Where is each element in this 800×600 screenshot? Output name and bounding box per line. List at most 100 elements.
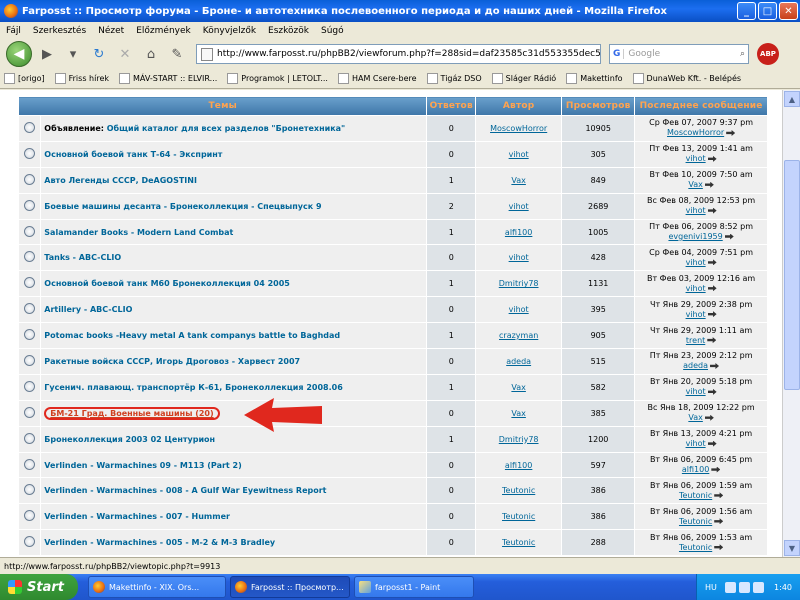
scroll-up-icon[interactable]: ▲ (784, 91, 800, 107)
go-to-post-icon[interactable] (711, 466, 721, 473)
go-to-post-icon[interactable] (714, 492, 724, 499)
start-button[interactable]: Start (0, 574, 78, 600)
go-to-post-icon[interactable] (707, 337, 717, 344)
topic-link[interactable]: Potomac books -Heavy metal A tank compan… (44, 331, 340, 340)
topic-link[interactable]: Verlinden - Warmachines - 005 - M-2 & M-… (44, 538, 275, 547)
go-to-post-icon[interactable] (724, 233, 734, 240)
language-indicator[interactable]: HU (705, 583, 717, 592)
author-link[interactable]: vihot (475, 244, 563, 272)
last-post-user-link[interactable]: vihot (686, 258, 706, 267)
author-link[interactable]: Vax (475, 166, 563, 194)
adblock-plus-icon[interactable]: ABP (757, 43, 779, 65)
topic-link[interactable]: Бронеколлекция 2003 02 Центурион (44, 435, 215, 444)
author-link[interactable]: Teutonic (475, 503, 563, 531)
task-paint[interactable]: farposst1 - Paint (354, 576, 474, 598)
topic-link[interactable]: Tanks - ABC-CLIO (44, 253, 121, 262)
menu-history[interactable]: Előzmények (136, 26, 191, 36)
go-to-post-icon[interactable] (710, 362, 720, 369)
last-post-user-link[interactable]: trent (686, 336, 705, 345)
url-bar[interactable]: http://www.farposst.ru/phpBB2/viewforum.… (196, 44, 601, 64)
last-post-user-link[interactable]: adeda (683, 361, 708, 370)
go-to-post-icon[interactable] (704, 181, 714, 188)
minimize-button[interactable]: _ (737, 2, 756, 20)
go-to-post-icon[interactable] (707, 311, 717, 318)
tray-volume-icon[interactable] (738, 581, 750, 593)
scroll-thumb[interactable] (784, 160, 800, 390)
go-to-post-icon[interactable] (707, 440, 717, 447)
go-to-post-icon[interactable] (707, 285, 717, 292)
vertical-scrollbar[interactable]: ▲ ▼ (782, 90, 800, 557)
topic-link[interactable]: Основной боевой танк М60 Бронеколлекция … (44, 279, 290, 288)
google-engine-icon[interactable]: G (610, 49, 625, 59)
go-to-post-icon[interactable] (707, 388, 717, 395)
last-post-user-link[interactable]: evgenivi1959 (668, 232, 722, 241)
author-link[interactable]: Vax (475, 399, 563, 427)
last-post-user-link[interactable]: MoscowHorror (667, 128, 724, 137)
last-post-user-link[interactable]: vihot (686, 310, 706, 319)
last-post-user-link[interactable]: Teutonic (679, 517, 712, 526)
author-link[interactable]: Dmitriy78 (475, 270, 563, 298)
go-to-post-icon[interactable] (714, 518, 724, 525)
go-to-post-icon[interactable] (714, 544, 724, 551)
author-link[interactable]: vihot (475, 296, 563, 324)
author-link[interactable]: Teutonic (475, 477, 563, 505)
task-makettinfo[interactable]: Makettinfo - XIX. Ors... (88, 576, 226, 598)
stop-icon[interactable]: ✕ (114, 43, 136, 65)
bookmark-item[interactable]: HAM Csere-bere (337, 73, 417, 84)
last-post-user-link[interactable]: Vax (688, 180, 703, 189)
author-link[interactable]: vihot (475, 192, 563, 220)
bookmark-item[interactable]: Makettinfo (566, 73, 623, 84)
topic-link[interactable]: Боевые машины десанта - Бронеколлекция -… (44, 202, 321, 211)
author-link[interactable]: Vax (475, 373, 563, 401)
topic-link[interactable]: Гусенич. плавающ. транспортёр К-61, Брон… (44, 383, 342, 392)
last-post-user-link[interactable]: vihot (686, 387, 706, 396)
search-icon[interactable]: ⌕ (740, 49, 748, 59)
topic-link[interactable]: Основной боевой танк Т-64 - Экспринт (44, 150, 222, 159)
last-post-user-link[interactable]: Vax (688, 413, 703, 422)
topic-link[interactable]: Verlinden - Warmachines - 008 - A Gulf W… (44, 486, 326, 495)
bookmark-item[interactable]: Programok | LETOLT... (227, 73, 328, 84)
author-link[interactable]: alfi100 (475, 451, 563, 479)
search-box[interactable]: G Google ⌕ (609, 44, 749, 64)
last-post-user-link[interactable]: vihot (686, 284, 706, 293)
author-link[interactable]: crazyman (475, 322, 563, 350)
home-icon[interactable]: ⌂ (140, 43, 162, 65)
bookmark-item[interactable]: Sláger Rádió (491, 73, 556, 84)
bookmark-item[interactable]: [origo] (4, 73, 45, 84)
tray-app-icon[interactable] (752, 581, 764, 593)
topic-link[interactable]: Ракетные войска СССР, Игорь Дроговоз - Х… (44, 357, 300, 366)
last-post-user-link[interactable]: vihot (686, 439, 706, 448)
reload-icon[interactable]: ↻ (88, 43, 110, 65)
menu-help[interactable]: Súgó (321, 26, 344, 36)
menu-tools[interactable]: Eszközök (268, 26, 309, 36)
tray-network-icon[interactable] (724, 581, 736, 593)
history-dropdown-icon[interactable]: ▾ (62, 43, 84, 65)
topic-link[interactable]: Salamander Books - Modern Land Combat (44, 228, 233, 237)
topic-link[interactable]: Авто Легенды СССР, DeAGOSTINI (44, 176, 197, 185)
back-arrow-icon[interactable]: ◀ (6, 41, 32, 67)
task-farposst[interactable]: Farposst :: Просмотр... (230, 576, 350, 598)
tool-icon[interactable]: ✎ (166, 43, 188, 65)
last-post-user-link[interactable]: Teutonic (679, 543, 712, 552)
menu-file[interactable]: Fájl (6, 26, 21, 36)
menu-bookmarks[interactable]: Könyvjelzők (203, 26, 256, 36)
bookmark-item[interactable]: Friss hírek (54, 73, 109, 84)
close-button[interactable]: ✕ (779, 2, 798, 20)
topic-link[interactable]: Verlinden - Warmachines 09 - M113 (Part … (44, 461, 241, 470)
menu-edit[interactable]: Szerkesztés (33, 26, 86, 36)
go-to-post-icon[interactable] (704, 414, 714, 421)
go-to-post-icon[interactable] (726, 129, 736, 136)
go-to-post-icon[interactable] (707, 207, 717, 214)
author-link[interactable]: Teutonic (475, 529, 563, 557)
last-post-user-link[interactable]: vihot (686, 206, 706, 215)
topic-link[interactable]: Verlinden - Warmachines - 007 - Hummer (44, 512, 230, 521)
author-link[interactable]: alfi100 (475, 218, 563, 246)
author-link[interactable]: MoscowHorror (475, 115, 563, 142)
topic-link[interactable]: БМ-21 Град. Военные машины (20) (44, 406, 220, 420)
last-post-user-link[interactable]: Teutonic (679, 491, 712, 500)
bookmark-item[interactable]: Tigáz DSO (426, 73, 482, 84)
maximize-button[interactable]: □ (758, 2, 777, 20)
last-post-user-link[interactable]: vihot (686, 154, 706, 163)
last-post-user-link[interactable]: alfi100 (682, 465, 709, 474)
bookmark-item[interactable]: DunaWeb Kft. - Belépés (632, 73, 741, 84)
